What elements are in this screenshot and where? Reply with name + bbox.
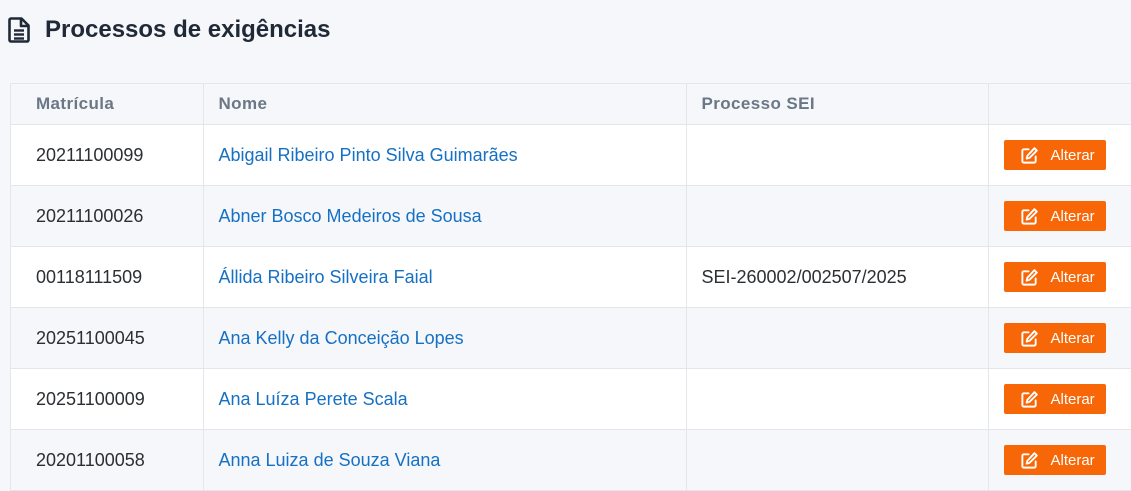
alterar-button-label: Alterar xyxy=(1050,207,1095,225)
file-text-icon xyxy=(8,17,30,43)
table-row: 00118111509 Állida Ribeiro Silveira Faial… xyxy=(11,246,1131,308)
cell-matricula: 20211100026 xyxy=(11,185,204,247)
cell-nome: Ana Luíza Perete Scala xyxy=(203,368,687,430)
cell-matricula: 20211100099 xyxy=(11,124,204,186)
cell-actions: Alterar xyxy=(988,307,1131,369)
edit-icon xyxy=(1020,207,1038,225)
cell-actions: Alterar xyxy=(988,429,1131,491)
column-header-processo-sei[interactable]: Processo SEI xyxy=(686,84,989,125)
column-header-actions xyxy=(988,84,1131,125)
edit-icon xyxy=(1020,146,1038,164)
processos-table: Matrícula Nome Processo SEI 20211100099 A… xyxy=(11,84,1131,491)
cell-actions: Alterar xyxy=(988,246,1131,308)
edit-icon xyxy=(1020,390,1038,408)
student-name-link[interactable]: Állida Ribeiro Silveira Faial xyxy=(219,267,433,287)
table-row: 20201100058 Anna Luiza de Souza Viana Alte… xyxy=(11,429,1131,491)
alterar-button[interactable]: Alterar xyxy=(1003,445,1106,475)
alterar-button[interactable]: Alterar xyxy=(1003,323,1106,353)
cell-processo-sei xyxy=(686,185,989,247)
alterar-button-label: Alterar xyxy=(1050,146,1095,164)
cell-processo-sei: SEI-260002/002507/2025 xyxy=(686,246,989,308)
alterar-button-label: Alterar xyxy=(1050,268,1095,286)
table-row: 20251100045 Ana Kelly da Conceição Lopes A… xyxy=(11,307,1131,369)
alterar-button[interactable]: Alterar xyxy=(1003,140,1106,170)
table-header-row: Matrícula Nome Processo SEI xyxy=(11,84,1131,125)
cell-matricula: 20251100009 xyxy=(11,368,204,430)
alterar-button[interactable]: Alterar xyxy=(1003,201,1106,231)
table-row: 20211100099 Abigail Ribeiro Pinto Silva G… xyxy=(11,124,1131,186)
student-name-link[interactable]: Abner Bosco Medeiros de Sousa xyxy=(219,206,482,226)
cell-matricula: 00118111509 xyxy=(11,246,204,308)
alterar-button-label: Alterar xyxy=(1050,451,1095,469)
student-name-link[interactable]: Ana Kelly da Conceição Lopes xyxy=(219,328,464,348)
cell-processo-sei xyxy=(686,429,989,491)
alterar-button-label: Alterar xyxy=(1050,329,1095,347)
cell-nome: Anna Luiza de Souza Viana xyxy=(203,429,687,491)
alterar-button[interactable]: Alterar xyxy=(1003,262,1106,292)
alterar-button-label: Alterar xyxy=(1050,390,1095,408)
cell-actions: Alterar xyxy=(988,124,1131,186)
cell-processo-sei xyxy=(686,368,989,430)
cell-matricula: 20251100045 xyxy=(11,307,204,369)
alterar-button[interactable]: Alterar xyxy=(1003,384,1106,414)
page-title: Processos de exigências xyxy=(45,16,331,43)
processos-table-container: Matrícula Nome Processo SEI 20211100099 A… xyxy=(10,83,1131,491)
edit-icon xyxy=(1020,268,1038,286)
page-header: Processos de exigências xyxy=(0,0,1131,60)
cell-nome: Abigail Ribeiro Pinto Silva Guimarães xyxy=(203,124,687,186)
cell-actions: Alterar xyxy=(988,185,1131,247)
cell-processo-sei xyxy=(686,307,989,369)
student-name-link[interactable]: Abigail Ribeiro Pinto Silva Guimarães xyxy=(219,145,518,165)
student-name-link[interactable]: Anna Luiza de Souza Viana xyxy=(219,450,441,470)
student-name-link[interactable]: Ana Luíza Perete Scala xyxy=(219,389,408,409)
cell-nome: Állida Ribeiro Silveira Faial xyxy=(203,246,687,308)
column-header-nome[interactable]: Nome xyxy=(203,84,687,125)
cell-matricula: 20201100058 xyxy=(11,429,204,491)
cell-nome: Abner Bosco Medeiros de Sousa xyxy=(203,185,687,247)
table-row: 20251100009 Ana Luíza Perete Scala Alterar xyxy=(11,368,1131,430)
cell-nome: Ana Kelly da Conceição Lopes xyxy=(203,307,687,369)
column-header-matricula[interactable]: Matrícula xyxy=(11,84,204,125)
cell-actions: Alterar xyxy=(988,368,1131,430)
cell-processo-sei xyxy=(686,124,989,186)
table-row: 20211100026 Abner Bosco Medeiros de Sousa… xyxy=(11,185,1131,247)
edit-icon xyxy=(1020,329,1038,347)
edit-icon xyxy=(1020,451,1038,469)
